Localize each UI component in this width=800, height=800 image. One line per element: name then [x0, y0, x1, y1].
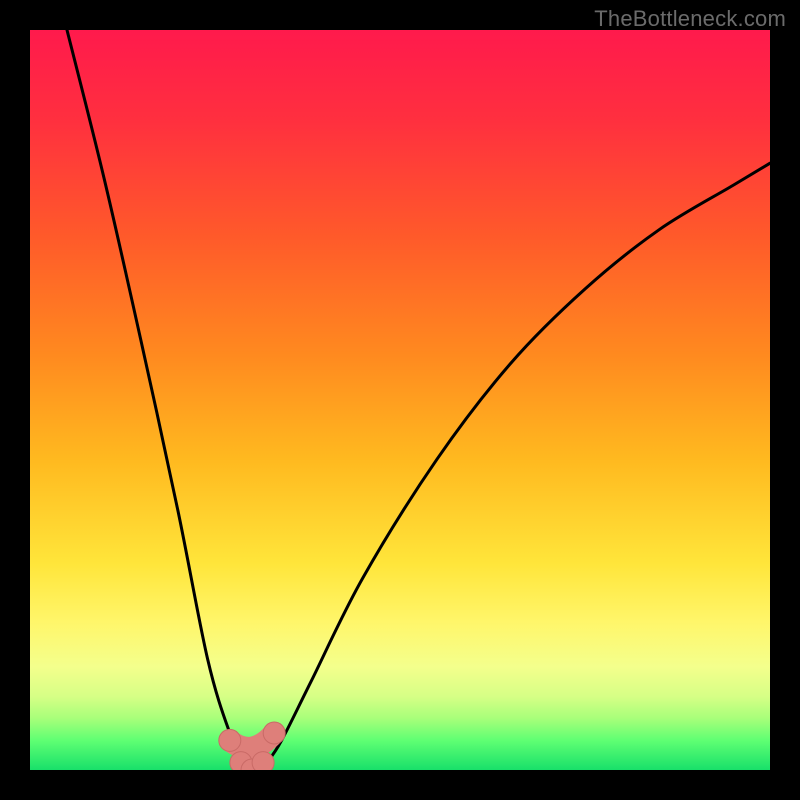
optimal-range-end-marker [263, 722, 285, 744]
watermark-text: TheBottleneck.com [594, 6, 786, 32]
optimal-markers [219, 722, 285, 770]
curve-layer [30, 30, 770, 770]
optimal-range-low-b-marker [252, 752, 274, 770]
optimal-range-start-marker [219, 729, 241, 751]
plot-area [30, 30, 770, 770]
bottleneck-curve [67, 30, 770, 770]
outer-frame: TheBottleneck.com [0, 0, 800, 800]
